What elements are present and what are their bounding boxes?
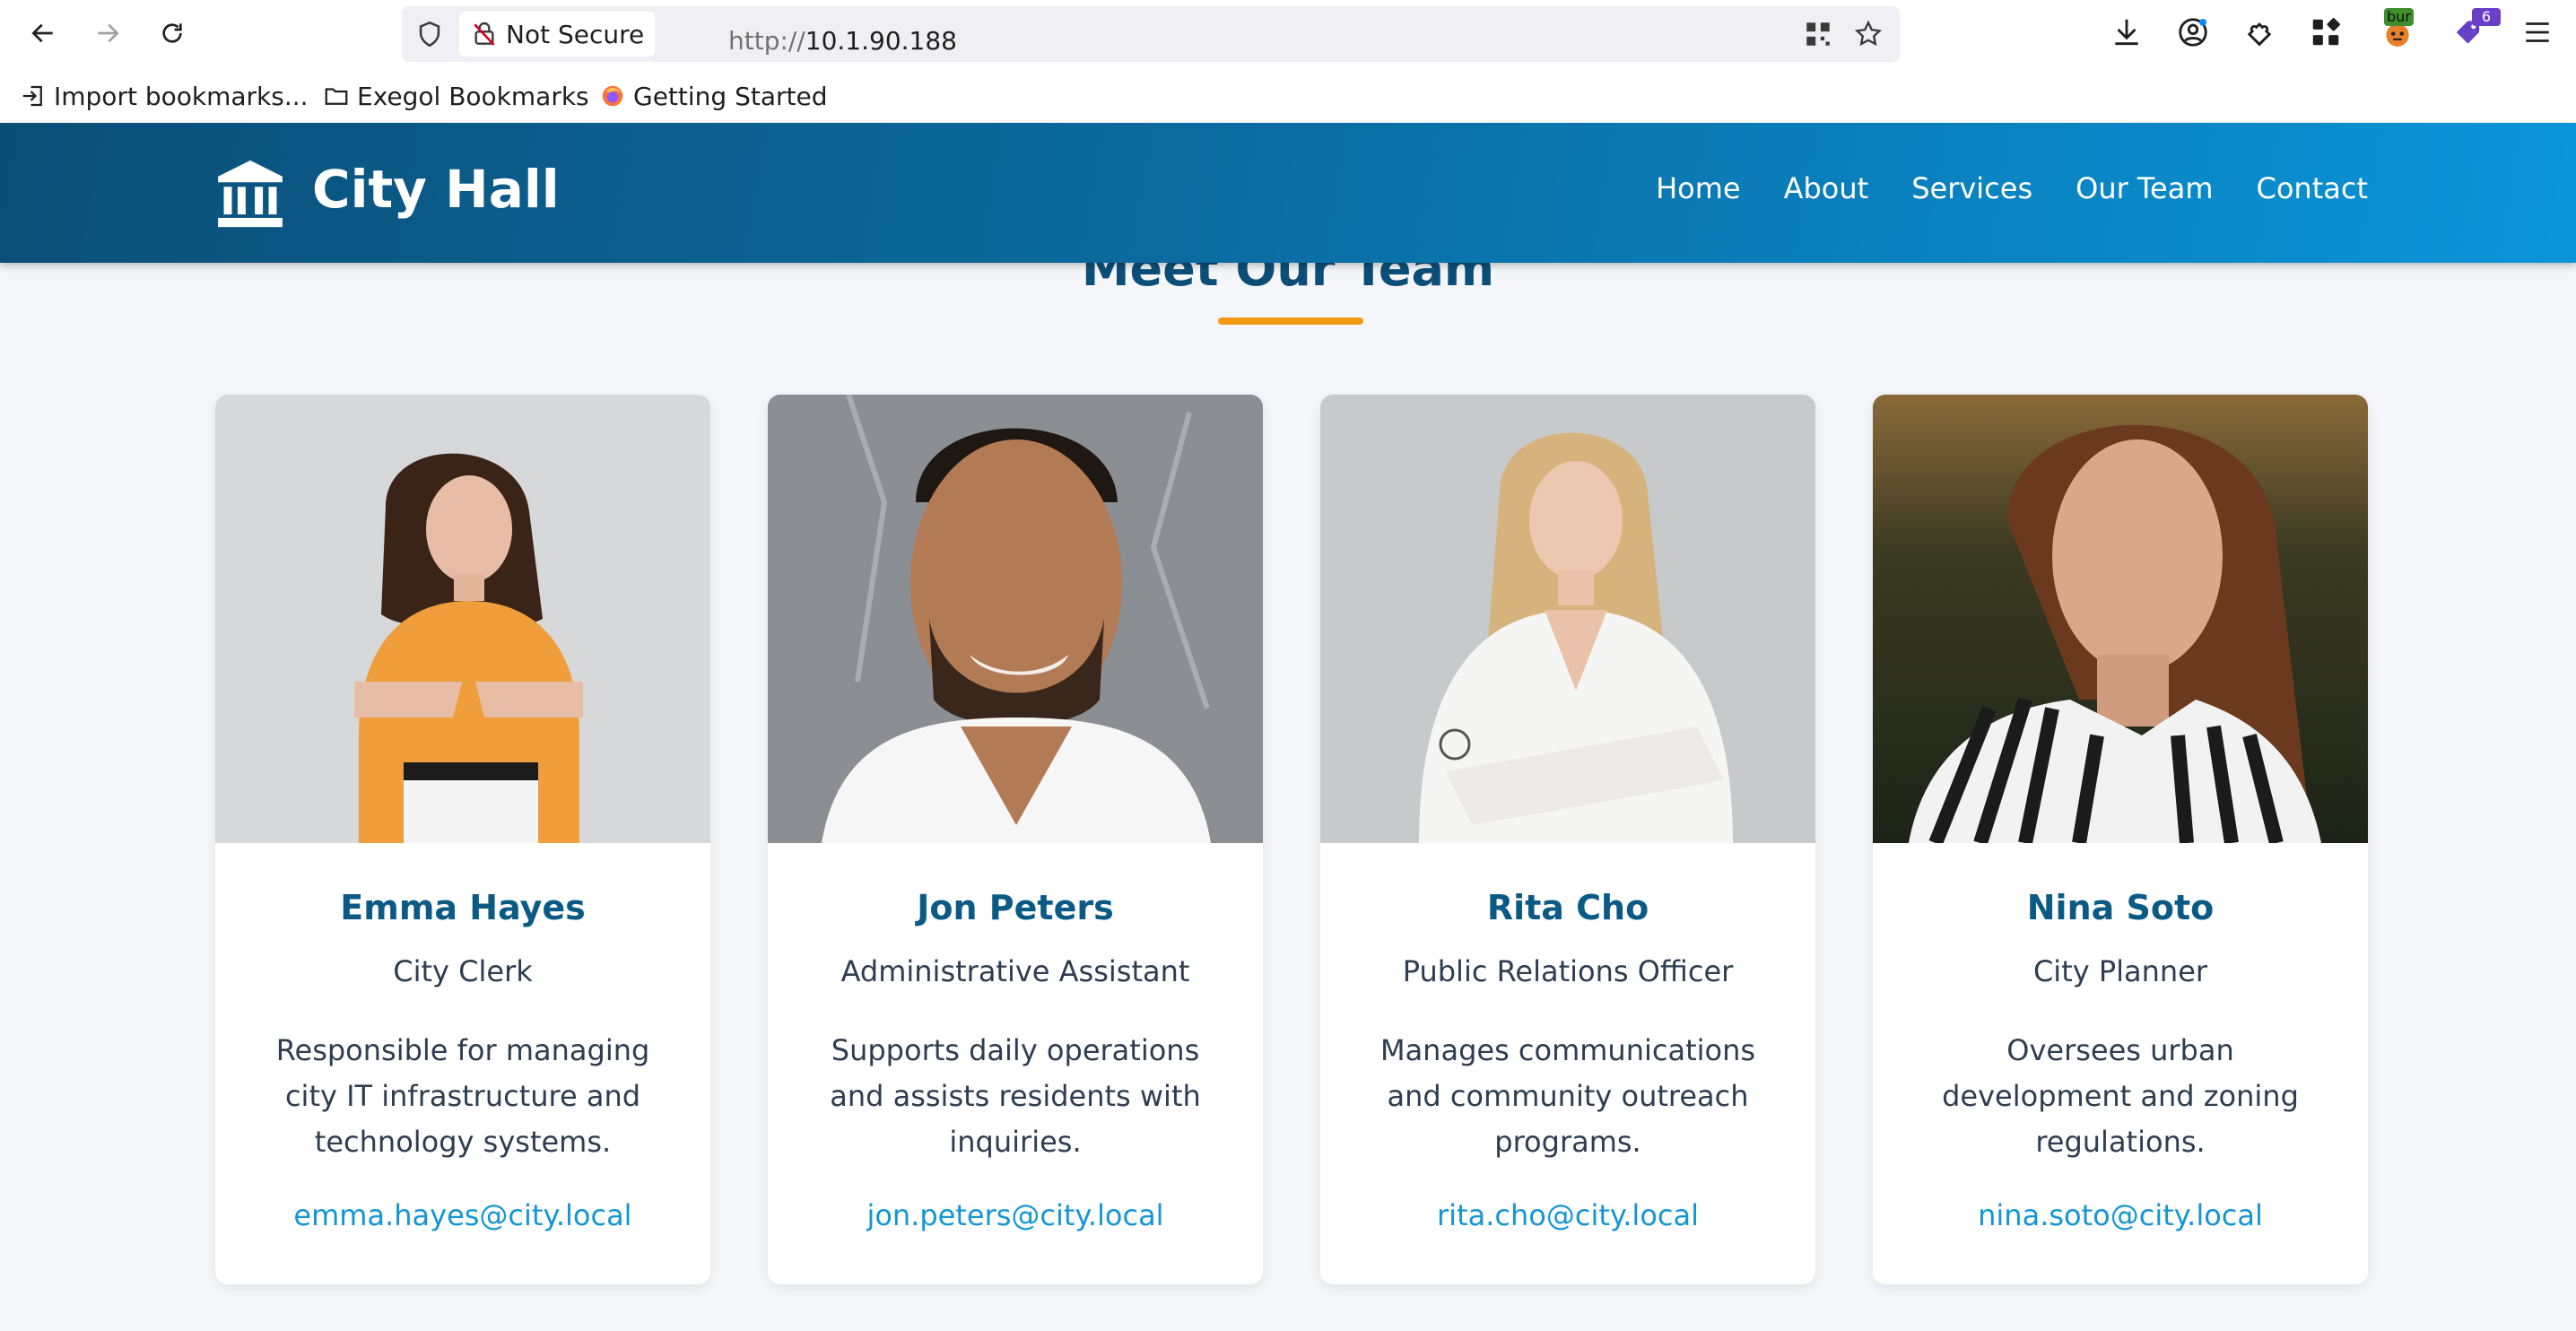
nav-services[interactable]: Services xyxy=(1911,171,2032,205)
import-icon xyxy=(22,85,42,107)
team-photo xyxy=(1873,395,2368,843)
menu-button[interactable] xyxy=(2520,15,2554,49)
extensions-button[interactable] xyxy=(2242,15,2276,49)
nav-our-team[interactable]: Our Team xyxy=(2076,171,2213,205)
site-security[interactable]: Not Secure http://10.1.90.188 xyxy=(459,12,1060,57)
title-underline xyxy=(1218,318,1363,325)
nav-contact[interactable]: Contact xyxy=(2257,171,2369,205)
extension-count-badge: 6 xyxy=(2472,8,2501,26)
not-secure-badge[interactable]: Not Secure xyxy=(459,12,655,57)
url-text[interactable]: http://10.1.90.188 xyxy=(728,26,957,56)
security-label: Not Secure xyxy=(506,20,645,49)
shield-icon[interactable] xyxy=(414,19,445,49)
account-button[interactable] xyxy=(2176,15,2210,49)
team-member-role: City Planner xyxy=(2032,954,2208,988)
arrow-left-icon xyxy=(31,23,53,43)
downloads-button[interactable] xyxy=(2110,15,2144,49)
team-member-email-link[interactable]: rita.cho@city.local xyxy=(1320,1198,1815,1232)
qr-code-icon[interactable] xyxy=(1803,19,1833,49)
team-member-email-link[interactable]: nina.soto@city.local xyxy=(1873,1198,2368,1232)
bookmark-label: Import bookmarks... xyxy=(54,81,309,111)
team-member-name: Jon Peters xyxy=(917,888,1114,927)
team-member-role: City Clerk xyxy=(393,954,533,988)
team-card: Emma Hayes City Clerk Responsible for ma… xyxy=(215,395,710,1284)
bookmark-label: Exegol Bookmarks xyxy=(357,81,589,111)
hamburger-menu-icon xyxy=(2526,22,2549,42)
address-bar[interactable]: Not Secure http://10.1.90.188 xyxy=(402,6,1900,62)
bookmark-label: Getting Started xyxy=(633,81,828,111)
team-card: Rita Cho Public Relations Officer Manage… xyxy=(1320,395,1815,1284)
team-member-name: Rita Cho xyxy=(1486,888,1649,927)
team-photo xyxy=(215,395,710,843)
team-member-description: Supports daily operations and assists re… xyxy=(830,1033,1201,1159)
extension-tag-button[interactable]: 6 xyxy=(2452,8,2501,49)
url-protocol: http:// xyxy=(728,26,805,56)
browser-toolbar: Not Secure http://10.1.90.188 bur 6 xyxy=(0,0,2576,66)
team-member-name: Emma Hayes xyxy=(340,888,586,927)
site-title[interactable]: City Hall xyxy=(312,159,560,220)
site-header: City Hall Home About Services Our Team C… xyxy=(0,123,2576,263)
forward-button[interactable] xyxy=(88,13,127,53)
folder-icon xyxy=(325,88,348,105)
team-member-name: Nina Soto xyxy=(2026,888,2215,927)
bookmark-import[interactable]: Import bookmarks... xyxy=(20,79,309,113)
team-photo xyxy=(1320,395,1815,843)
back-button[interactable] xyxy=(23,13,63,53)
team-card: Nina Soto City Planner Oversees urban de… xyxy=(1873,395,2368,1284)
download-icon xyxy=(2115,19,2138,46)
apps-button[interactable] xyxy=(2309,15,2343,49)
portrait-rita-image xyxy=(1320,395,1815,843)
building-columns-icon xyxy=(218,160,283,228)
portrait-emma-image xyxy=(215,395,710,843)
team-member-role: Public Relations Officer xyxy=(1402,954,1734,988)
team-member-email-link[interactable]: jon.peters@city.local xyxy=(768,1198,1263,1232)
nav-home[interactable]: Home xyxy=(1656,171,1741,205)
star-bookmark-icon[interactable] xyxy=(1853,19,1884,49)
firefox-icon xyxy=(602,85,623,107)
puzzle-icon xyxy=(2247,22,2272,47)
grid-apps-icon xyxy=(2312,18,2340,46)
extension-badge-label: bur xyxy=(2384,8,2414,26)
team-member-description: Manages communications and community out… xyxy=(1379,1033,1756,1159)
team-card: Jon Peters Administrative Assistant Supp… xyxy=(768,395,1263,1284)
extension-burp-button[interactable]: bur xyxy=(2380,8,2415,49)
team-member-email-link[interactable]: emma.hayes@city.local xyxy=(215,1198,710,1232)
team-photo xyxy=(768,395,1263,843)
browser-chrome: Not Secure http://10.1.90.188 bur 6 Impo… xyxy=(0,0,2576,123)
portrait-jon-image xyxy=(768,395,1263,843)
bookmarks-toolbar: Import bookmarks... Exegol Bookmarks Get… xyxy=(0,74,2576,118)
reload-icon xyxy=(162,23,182,43)
arrow-right-icon xyxy=(98,23,119,43)
nav-about[interactable]: About xyxy=(1784,171,1869,205)
reload-button[interactable] xyxy=(152,13,192,53)
team-member-description: Responsible for managing city IT infrast… xyxy=(275,1033,650,1159)
team-member-description: Oversees urban development and zoning re… xyxy=(1942,1033,2299,1159)
bookmark-exegol[interactable]: Exegol Bookmarks xyxy=(323,79,589,113)
url-host: 10.1.90.188 xyxy=(805,26,957,56)
insecure-lock-icon xyxy=(474,22,495,46)
team-member-role: Administrative Assistant xyxy=(840,954,1190,988)
account-icon xyxy=(2179,18,2207,47)
main-nav: Home About Services Our Team Contact xyxy=(1656,171,2368,205)
portrait-nina-image xyxy=(1873,395,2368,843)
bookmark-getting-started[interactable]: Getting Started xyxy=(599,79,827,113)
